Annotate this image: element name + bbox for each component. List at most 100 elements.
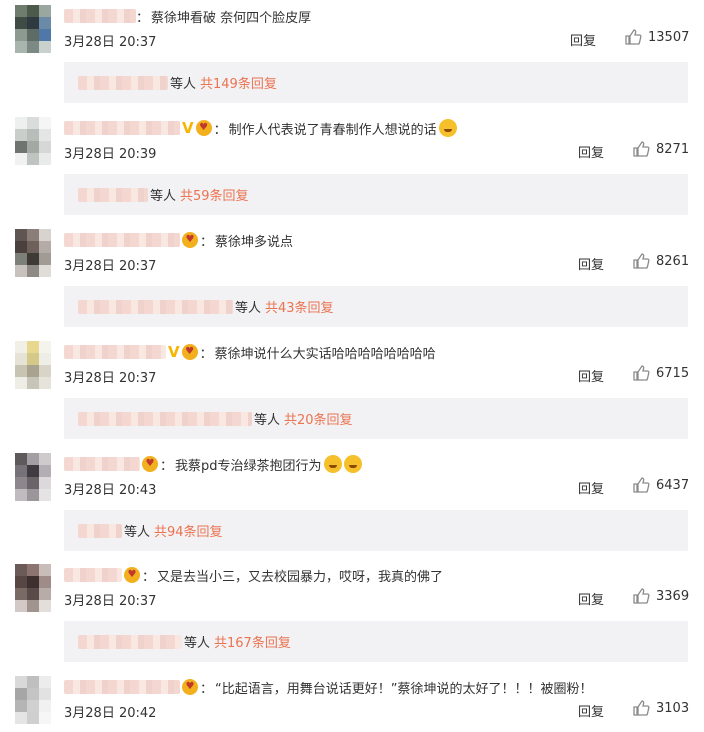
comment-item: ： 蔡徐坤看破 奈何四个脸皮厚 3月28日 20:37 回复 13507 等人 … <box>0 0 704 111</box>
comment-line: ： 蔡徐坤看破 奈何四个脸皮厚 <box>64 5 311 27</box>
reply-etc: 等人 <box>124 525 151 540</box>
reply-total-link[interactable]: 共20条回复 <box>284 409 353 428</box>
colon: ： <box>200 234 214 250</box>
like-button[interactable]: 3103 <box>632 699 689 717</box>
avatar[interactable] <box>15 229 51 277</box>
comment-line: V ♥ ： 蔡徐坤说什么大实话哈哈哈哈哈哈哈哈 <box>64 341 436 363</box>
username-blurred[interactable] <box>64 233 180 247</box>
replier-names-blurred <box>78 187 148 202</box>
like-count: 6437 <box>656 477 690 493</box>
timestamp: 3月28日 20:37 <box>64 35 157 50</box>
like-button[interactable]: 6715 <box>632 364 689 382</box>
thumbs-up-icon <box>633 253 650 269</box>
colon: ： <box>213 122 227 138</box>
comment-item: ♥ ： 又是去当小三，又去校园暴力，哎呀，我真的佛了 3月28日 20:37 回… <box>0 559 704 670</box>
username-blurred[interactable] <box>64 568 122 582</box>
like-button[interactable]: 3369 <box>632 587 689 605</box>
reply-total-link[interactable]: 共149条回复 <box>200 73 277 92</box>
comment-item: V ♥ ： 蔡徐坤说什么大实话哈哈哈哈哈哈哈哈 3月28日 20:37 回复 6… <box>0 336 704 447</box>
member-badge-icon: ♥ <box>182 232 198 248</box>
timestamp: 3月28日 20:42 <box>64 706 157 721</box>
like-button[interactable]: 13507 <box>624 28 689 46</box>
username-blurred[interactable] <box>64 9 136 23</box>
reply-summary[interactable]: 等人 共59条回复 <box>64 174 688 215</box>
reply-summary[interactable]: 等人 共20条回复 <box>64 398 688 439</box>
avatar[interactable] <box>15 5 51 53</box>
member-badge-icon: ♥ <box>124 567 140 583</box>
thumbs-up-icon <box>633 588 650 604</box>
like-count: 8261 <box>656 253 690 269</box>
reply-button[interactable]: 回复 <box>578 366 604 385</box>
reply-button[interactable]: 回复 <box>570 30 596 49</box>
like-count: 13507 <box>648 29 690 45</box>
comment-line: ♥ ： “比起语言，用舞台说话更好！”蔡徐坤说的太好了！！！被圈粉！ <box>64 676 593 698</box>
member-badge-icon: ♥ <box>195 120 212 136</box>
member-badge-icon: ♥ <box>142 456 158 472</box>
username-blurred[interactable] <box>64 680 180 694</box>
v-badge-icon: V <box>182 119 194 137</box>
timestamp: 3月28日 20:39 <box>64 147 157 162</box>
comment-text: 蔡徐坤多说点 <box>215 234 294 250</box>
timestamp: 3月28日 20:43 <box>64 483 157 498</box>
reply-summary[interactable]: 等人 共43条回复 <box>64 286 688 327</box>
colon: ： <box>160 458 174 474</box>
member-badge-icon: ♥ <box>182 679 198 695</box>
reply-button[interactable]: 回复 <box>578 701 604 720</box>
comment-text: 蔡徐坤看破 奈何四个脸皮厚 <box>151 10 312 26</box>
thumbs-up-icon <box>625 29 642 45</box>
reply-etc: 等人 <box>254 413 281 428</box>
replier-names-blurred <box>78 634 182 649</box>
member-badge-icon: ♥ <box>181 344 198 360</box>
comment-text: “比起语言，用舞台说话更好！”蔡徐坤说的太好了！！！被圈粉！ <box>215 681 593 697</box>
reply-total-link[interactable]: 共94条回复 <box>154 521 223 540</box>
replier-names-blurred <box>78 523 122 538</box>
reply-button[interactable]: 回复 <box>578 254 604 273</box>
reply-button[interactable]: 回复 <box>578 589 604 608</box>
thumbs-up-icon <box>633 141 650 157</box>
replier-names-blurred <box>78 299 233 314</box>
reply-summary[interactable]: 等人 共149条回复 <box>64 62 688 103</box>
timestamp: 3月28日 20:37 <box>64 371 157 386</box>
reply-summary[interactable]: 等人 共94条回复 <box>64 510 688 551</box>
reply-button[interactable]: 回复 <box>578 478 604 497</box>
comment-text: 蔡徐坤说什么大实话哈哈哈哈哈哈哈哈 <box>214 346 436 362</box>
avatar[interactable] <box>15 564 51 612</box>
username-blurred[interactable] <box>64 345 166 359</box>
avatar[interactable] <box>15 453 51 501</box>
avatar[interactable] <box>15 676 51 724</box>
comment-line: ♥ ： 又是去当小三，又去校园暴力，哎呀，我真的佛了 <box>64 564 443 586</box>
replier-names-blurred <box>78 411 252 426</box>
comment-item: V ♥ ： 制作人代表说了青春制作人想说的话 3月28日 20:39 回复 82… <box>0 112 704 223</box>
like-count: 8271 <box>656 141 690 157</box>
like-button[interactable]: 6437 <box>632 476 689 494</box>
like-count: 3103 <box>656 700 690 716</box>
comment-item: ♥ ： “比起语言，用舞台说话更好！”蔡徐坤说的太好了！！！被圈粉！ 3月28日… <box>0 671 704 732</box>
reply-total-link[interactable]: 共167条回复 <box>214 632 291 651</box>
like-button[interactable]: 8261 <box>632 252 689 270</box>
comment-item: ♥ ： 蔡徐坤多说点 3月28日 20:37 回复 8261 等人 共43条回复 <box>0 224 704 335</box>
comment-text: 又是去当小三，又去校园暴力，哎呀，我真的佛了 <box>157 569 444 585</box>
timestamp: 3月28日 20:37 <box>64 259 157 274</box>
timestamp: 3月28日 20:37 <box>64 594 157 609</box>
comment-text: 我蔡pd专治绿茶抱团行为 <box>175 458 322 474</box>
reply-etc: 等人 <box>235 301 262 316</box>
laughing-emoji-icon <box>438 119 457 137</box>
username-blurred[interactable] <box>64 121 180 135</box>
comment-item: ♥ ： 我蔡pd专治绿茶抱团行为 3月28日 20:43 回复 6437 等人 … <box>0 448 704 559</box>
replier-names-blurred <box>78 75 168 90</box>
reply-summary[interactable]: 等人 共167条回复 <box>64 621 688 662</box>
reply-etc: 等人 <box>184 636 211 651</box>
like-count: 6715 <box>656 365 690 381</box>
username-blurred[interactable] <box>64 457 140 471</box>
reply-etc: 等人 <box>170 77 197 92</box>
like-button[interactable]: 8271 <box>632 140 689 158</box>
reply-total-link[interactable]: 共59条回复 <box>180 185 249 204</box>
colon: ： <box>136 10 150 26</box>
avatar[interactable] <box>15 341 51 389</box>
reply-button[interactable]: 回复 <box>578 142 604 161</box>
like-count: 3369 <box>656 588 690 604</box>
avatar[interactable] <box>15 117 51 165</box>
reply-total-link[interactable]: 共43条回复 <box>265 297 334 316</box>
thumbs-up-icon <box>633 477 650 493</box>
colon: ： <box>200 681 214 697</box>
